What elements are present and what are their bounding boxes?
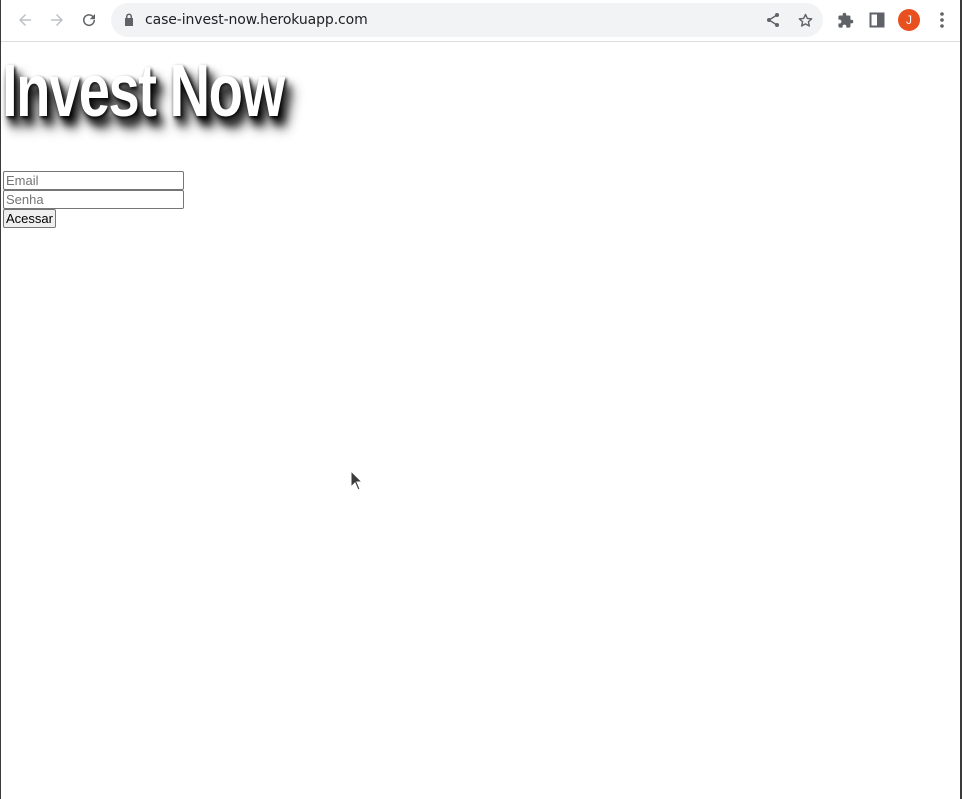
side-panel-icon — [869, 12, 885, 28]
forward-button[interactable] — [42, 5, 72, 35]
side-panel-button[interactable] — [862, 5, 892, 35]
share-icon — [767, 13, 779, 27]
reload-icon — [83, 14, 96, 27]
reload-button[interactable] — [74, 5, 104, 35]
more-vert-icon — [940, 12, 944, 28]
profile-avatar[interactable]: J — [898, 9, 920, 31]
arrow-left-icon — [19, 14, 31, 26]
menu-button[interactable] — [927, 5, 957, 35]
browser-toolbar: case-invest-now.herokuapp.com J — [1, 0, 960, 42]
page-content: Invest Now Acessar — [2, 43, 960, 799]
email-field[interactable] — [3, 171, 184, 190]
puzzle-icon — [837, 12, 853, 28]
login-button[interactable]: Acessar — [3, 209, 56, 228]
address-bar[interactable]: case-invest-now.herokuapp.com — [111, 3, 823, 37]
back-button[interactable] — [10, 5, 40, 35]
password-field[interactable] — [3, 190, 184, 209]
star-icon — [798, 13, 812, 27]
mouse-cursor-icon — [350, 470, 364, 491]
arrow-right-icon — [51, 14, 63, 26]
share-button[interactable] — [761, 8, 785, 32]
lock-icon — [125, 13, 133, 26]
bookmark-button[interactable] — [793, 8, 817, 32]
page-title: Invest Now — [2, 49, 285, 132]
login-form: Acessar — [3, 171, 184, 228]
url-text: case-invest-now.herokuapp.com — [145, 12, 368, 28]
browser-window: case-invest-now.herokuapp.com J Invest N… — [0, 0, 962, 799]
extensions-button[interactable] — [830, 5, 860, 35]
